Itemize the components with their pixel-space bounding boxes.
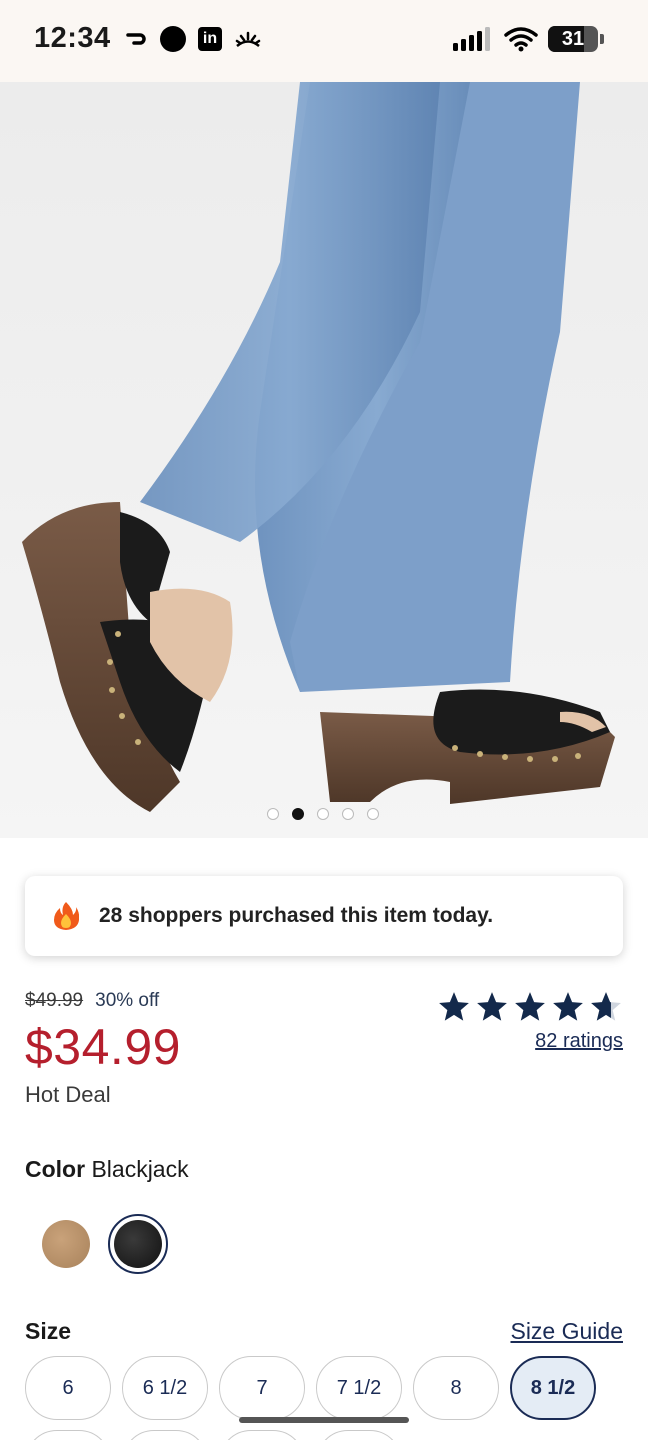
deal-label: Hot Deal bbox=[25, 1082, 111, 1107]
half-star-icon bbox=[591, 992, 621, 1021]
battery-icon: 31 bbox=[548, 26, 598, 52]
color-value: Blackjack bbox=[91, 1156, 189, 1182]
discount-label: 30% off bbox=[95, 990, 160, 1011]
arrow-icon bbox=[126, 33, 146, 45]
sunrise-icon bbox=[235, 31, 261, 47]
original-price: $49.99 bbox=[25, 990, 84, 1011]
star-icon bbox=[477, 992, 507, 1021]
size-option[interactable] bbox=[122, 1430, 208, 1440]
carousel-dots[interactable] bbox=[267, 808, 379, 820]
size-option[interactable] bbox=[316, 1430, 402, 1440]
social-proof-banner: 28 shoppers purchased this item today. bbox=[25, 876, 623, 956]
star-icon bbox=[439, 992, 469, 1021]
size-option[interactable]: 8 bbox=[413, 1356, 499, 1420]
product-image[interactable] bbox=[0, 82, 648, 838]
social-proof-text: 28 shoppers purchased this item today. bbox=[99, 904, 494, 927]
swatch-black[interactable] bbox=[108, 1214, 168, 1274]
ratings-link[interactable]: 82 ratings bbox=[437, 1030, 623, 1053]
swatch-black-fill bbox=[114, 1220, 162, 1268]
home-indicator[interactable] bbox=[239, 1417, 409, 1423]
size-option[interactable] bbox=[219, 1430, 305, 1440]
star-rating[interactable] bbox=[437, 990, 623, 1024]
sale-price: $34.99 bbox=[25, 1019, 181, 1075]
linkedin-icon: in bbox=[198, 27, 222, 51]
size-options: 6 6 1/2 7 7 1/2 8 8 1/2 bbox=[25, 1356, 596, 1420]
star-icon bbox=[515, 992, 545, 1021]
swatch-tan[interactable] bbox=[36, 1214, 96, 1274]
carousel-dot-5[interactable] bbox=[367, 808, 379, 820]
fire-icon bbox=[54, 902, 79, 930]
battery-level: 31 bbox=[561, 27, 585, 50]
color-swatches bbox=[36, 1214, 168, 1274]
status-bar: 12:34 in 31 bbox=[0, 0, 648, 82]
carousel-dot-2[interactable] bbox=[292, 808, 304, 820]
color-label-row: Color Blackjack bbox=[25, 1156, 189, 1183]
size-label: Size bbox=[25, 1318, 72, 1344]
size-option[interactable]: 6 1/2 bbox=[122, 1356, 208, 1420]
status-time: 12:34 bbox=[34, 22, 111, 54]
carousel-dot-1[interactable] bbox=[267, 808, 279, 820]
size-header: Size Size Guide bbox=[25, 1318, 623, 1345]
size-option[interactable]: 7 bbox=[219, 1356, 305, 1420]
star-icon bbox=[553, 992, 583, 1021]
size-options-row-2 bbox=[25, 1430, 402, 1440]
carousel-dot-4[interactable] bbox=[342, 808, 354, 820]
size-guide-link[interactable]: Size Guide bbox=[510, 1318, 623, 1345]
product-photo bbox=[22, 82, 615, 812]
rating-block[interactable]: 82 ratings bbox=[437, 990, 623, 1053]
battery-tip bbox=[600, 34, 604, 44]
status-icons-right: 31 bbox=[452, 26, 604, 52]
price-block: $49.99 30% off $34.99 Hot Deal bbox=[25, 990, 181, 1108]
dot-icon bbox=[160, 26, 186, 52]
swatch-tan-fill bbox=[42, 1220, 90, 1268]
wifi-icon bbox=[504, 27, 538, 52]
size-option[interactable] bbox=[25, 1430, 111, 1440]
size-option[interactable]: 7 1/2 bbox=[316, 1356, 402, 1420]
color-label: Color bbox=[25, 1156, 86, 1182]
size-option[interactable]: 6 bbox=[25, 1356, 111, 1420]
status-icons-left: in bbox=[124, 26, 262, 52]
signal-icon bbox=[453, 27, 490, 51]
carousel-dot-3[interactable] bbox=[317, 808, 329, 820]
original-price-row: $49.99 30% off bbox=[25, 990, 181, 1012]
size-option-selected[interactable]: 8 1/2 bbox=[510, 1356, 596, 1420]
